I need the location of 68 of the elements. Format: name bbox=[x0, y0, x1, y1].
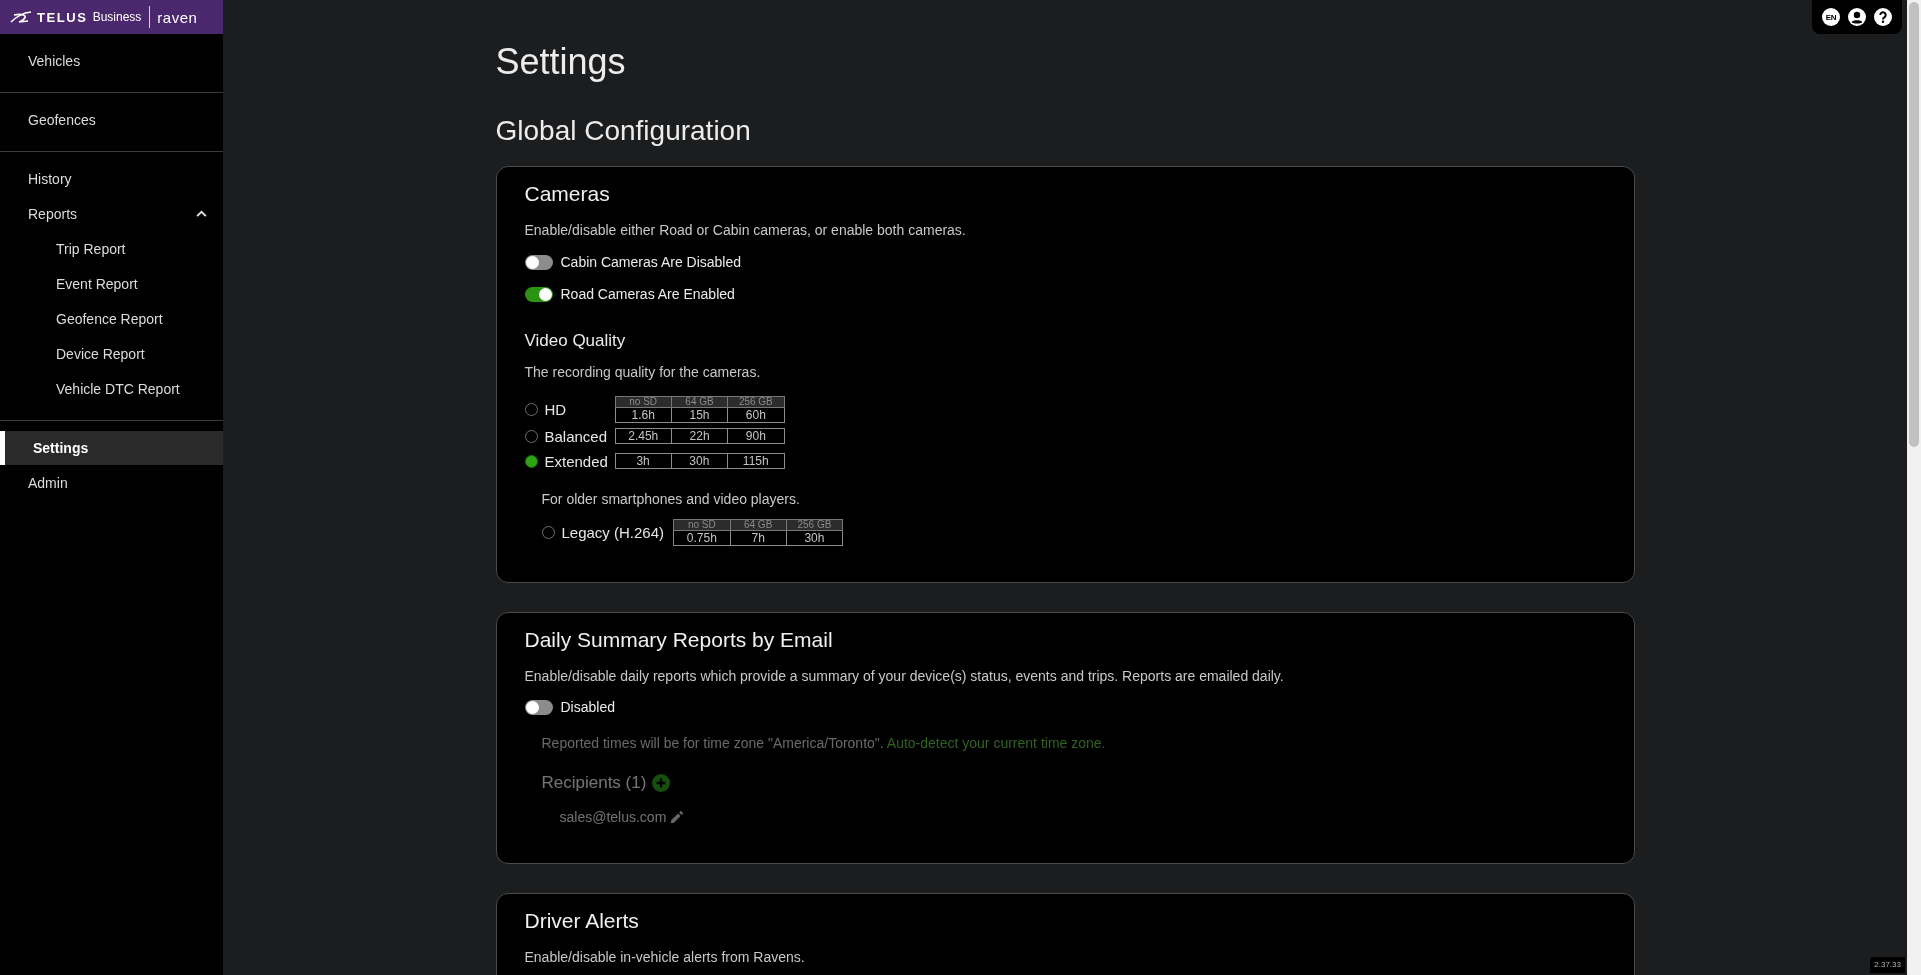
table-header-cell: 64 GB bbox=[671, 396, 728, 408]
toggle-label: Road Cameras Are Enabled bbox=[560, 286, 735, 302]
table-header-cell: no SD bbox=[673, 519, 731, 531]
chevron-icon[interactable] bbox=[196, 210, 207, 217]
section-title: Global Configuration bbox=[495, 114, 752, 148]
option-label: HD bbox=[544, 401, 567, 418]
radio-button[interactable] bbox=[524, 403, 538, 416]
timezone-note: Reported times will be for time zone "America/Toronto". Auto-detect your current time zone. bbox=[541, 734, 1107, 753]
nav-item[interactable]: Admin bbox=[0, 465, 223, 500]
nav-item[interactable]: Settings bbox=[0, 431, 223, 465]
option-label: Balanced bbox=[544, 427, 608, 445]
legacy-note: For older smartphones and video players. bbox=[541, 490, 801, 509]
nav-item[interactable]: History bbox=[0, 161, 223, 196]
card-title: Daily Summary Reports by Email bbox=[524, 627, 834, 653]
subsection-title: Video Quality bbox=[524, 330, 627, 352]
language-button[interactable]: EN bbox=[1822, 8, 1840, 26]
card-description: Enable/disable in-vehicle alerts from Ravens. bbox=[524, 948, 806, 967]
nav-subitem[interactable]: Event Report bbox=[0, 266, 223, 301]
brand-name: TELUS bbox=[37, 9, 88, 25]
toggle-switch[interactable] bbox=[524, 254, 553, 270]
radio-button[interactable] bbox=[524, 429, 538, 443]
table-header-cell: 256 GB bbox=[727, 396, 784, 408]
nav-subitem[interactable]: Vehicle DTC Report bbox=[0, 371, 223, 406]
card-title: Cameras bbox=[524, 181, 611, 207]
logo-icon bbox=[10, 11, 32, 23]
table-cell: 30h bbox=[786, 530, 843, 546]
table-cell: 0.75h bbox=[673, 530, 731, 546]
table-cell: 3h bbox=[615, 453, 672, 469]
subsection-description: The recording quality for the cameras. bbox=[524, 363, 762, 382]
product-name: raven bbox=[157, 8, 198, 26]
table-cell: 30h bbox=[671, 453, 728, 469]
help-icon[interactable] bbox=[1874, 8, 1892, 26]
table-header-cell: 64 GB bbox=[730, 519, 787, 531]
toggle-switch[interactable] bbox=[524, 286, 553, 302]
toggle-label: Disabled bbox=[560, 699, 615, 715]
page-title: Settings bbox=[495, 40, 627, 84]
radio-button[interactable] bbox=[541, 526, 555, 539]
table-cell: 2.45h bbox=[615, 428, 672, 444]
option-label: Legacy (H.264) bbox=[561, 524, 665, 541]
scrollbar-thumb[interactable] bbox=[1909, 2, 1919, 447]
card-title: Driver Alerts bbox=[524, 908, 640, 934]
nav-subitem[interactable]: Geofence Report bbox=[0, 301, 223, 336]
radio-button[interactable] bbox=[524, 454, 538, 468]
option-label: Extended bbox=[544, 452, 608, 470]
table-cell: 7h bbox=[730, 530, 787, 546]
toggle-label: Cabin Cameras Are Disabled bbox=[560, 254, 742, 270]
nav-subitem[interactable]: Device Report bbox=[0, 336, 223, 371]
table-cell: 15h bbox=[671, 407, 728, 423]
table-cell: 60h bbox=[727, 407, 784, 423]
toggle-switch[interactable] bbox=[524, 699, 553, 715]
brand-tagline: Business bbox=[92, 10, 142, 24]
nav-item[interactable]: Vehicles bbox=[0, 43, 223, 78]
nav-item[interactable]: Geofences bbox=[0, 102, 223, 137]
table-header-cell: no SD bbox=[615, 396, 672, 408]
table-cell: 90h bbox=[727, 428, 784, 444]
card-description: Enable/disable daily reports which provide a summary of your device(s) status, events and trips. Reports are emailed daily. bbox=[524, 667, 1285, 686]
table-cell: 115h bbox=[727, 453, 784, 469]
table-header-cell: 256 GB bbox=[786, 519, 843, 531]
version-label: 2.37.33 bbox=[1870, 957, 1905, 973]
nav-item[interactable]: Reports bbox=[0, 196, 223, 231]
card-description: Enable/disable either Road or Cabin cameras, or enable both cameras. bbox=[524, 221, 967, 240]
recipients-title: Recipients (1) bbox=[541, 773, 647, 793]
pencil-icon[interactable] bbox=[671, 811, 684, 823]
table-cell: 22h bbox=[671, 428, 728, 444]
account-icon[interactable] bbox=[1848, 8, 1866, 26]
table-cell: 1.6h bbox=[615, 407, 672, 423]
recipient-email: sales@telus.com bbox=[559, 809, 667, 825]
nav-subitem[interactable]: Trip Report bbox=[0, 231, 223, 266]
